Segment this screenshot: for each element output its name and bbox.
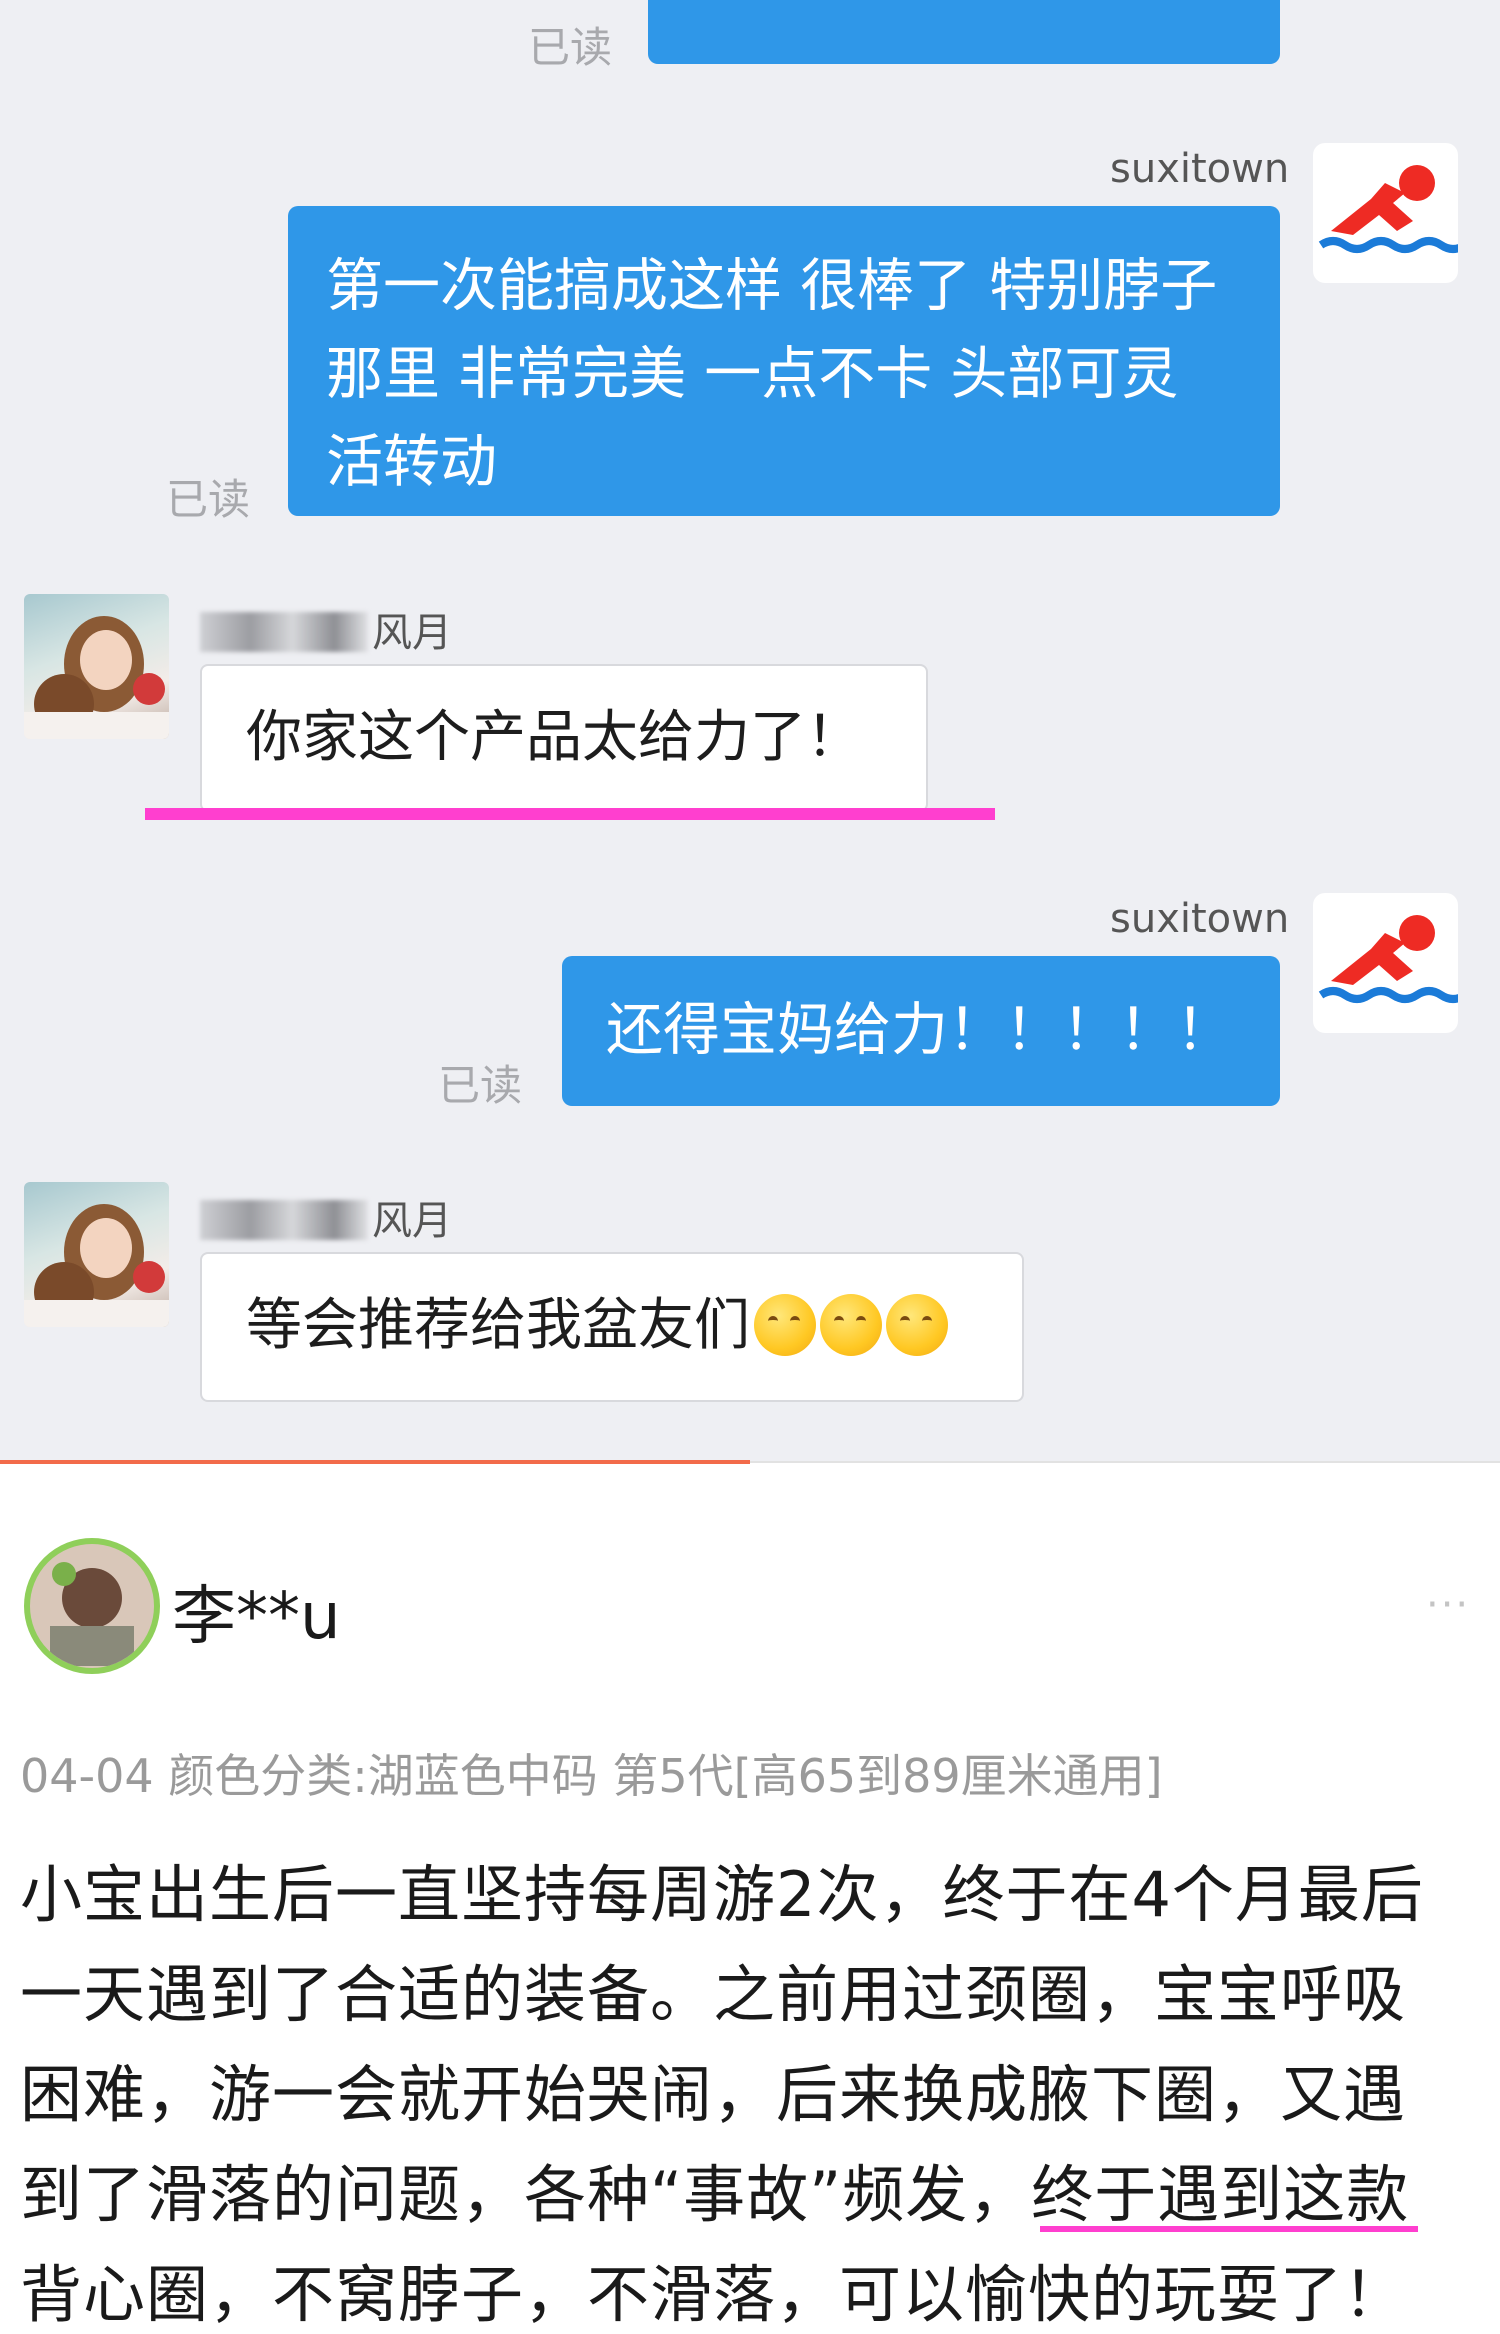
blurred-name <box>200 612 368 652</box>
sender-name: 风月 <box>200 600 452 658</box>
review-text-line: 小宝出生后一直坚持每周游2次，终于在4个月最后 <box>20 1858 1424 1931</box>
blurred-name <box>200 1200 368 1240</box>
more-options-icon[interactable]: ··· <box>1426 1582 1470 1628</box>
message-text: 你家这个产品太给力了！ <box>246 705 862 770</box>
message-bubble[interactable]: 等会推荐给我盆友们 <box>200 1252 1024 1402</box>
review-text-line: 一天遇到了合适的装备。之前用过颈圈，宝宝呼吸 <box>20 1958 1407 2031</box>
read-receipt: 已读 <box>166 475 251 524</box>
review-meta: 04-04 颜色分类:湖蓝色中码 第5代[高65到89厘米通用] <box>20 1749 1163 1803</box>
read-receipt: 已读 <box>528 23 613 72</box>
message-line: 第一次能搞成这样 很棒了 特别脖子 <box>326 253 1218 319</box>
review-text-line: 困难，游一会就开始哭闹，后来换成腋下圈，又遇 <box>20 2058 1407 2131</box>
message-line: 那里 非常完美 一点不卡 头部可灵 <box>326 341 1179 407</box>
highlight-underline <box>1040 2226 1418 2232</box>
message-bubble[interactable]: 第一次能搞成这样 很棒了 特别脖子 那里 非常完美 一点不卡 头部可灵 活转动 <box>288 206 1280 516</box>
user-avatar[interactable] <box>24 594 169 739</box>
user-avatar[interactable] <box>24 1182 169 1327</box>
chat-area: 已读 suxitown 第一次能搞成这样 很棒了 特别脖子 那里 非常完美 一点… <box>0 0 1500 1462</box>
swimmer-icon <box>1318 165 1468 253</box>
sender-name: suxitown <box>1110 146 1290 192</box>
message-text: 还得宝妈给力！！！！！ <box>606 997 1233 1063</box>
reviewer-avatar[interactable] <box>24 1538 160 1674</box>
highlight-underline <box>145 808 995 820</box>
sender-name: 风月 <box>200 1188 452 1246</box>
read-receipt: 已读 <box>438 1061 523 1110</box>
swimmer-icon <box>1318 915 1468 1003</box>
message-bubble-partial[interactable] <box>648 0 1280 64</box>
divider-accent <box>0 1460 750 1464</box>
swimmer-avatar[interactable] <box>1313 893 1468 1033</box>
shy-face-emoji-icon <box>820 1294 882 1356</box>
message-text: 等会推荐给我盆友们 <box>246 1293 750 1358</box>
swimmer-avatar[interactable] <box>1313 143 1468 283</box>
shy-face-emoji-icon <box>754 1294 816 1356</box>
message-line: 活转动 <box>326 429 497 495</box>
review-text-line: 到了滑落的问题，各种“事故”频发，终于遇到这款 <box>20 2158 1410 2231</box>
review-text-line: 背心圈，不窝脖子，不滑落，可以愉快的玩耍了！ <box>20 2258 1407 2331</box>
message-bubble[interactable]: 你家这个产品太给力了！ <box>200 664 928 812</box>
reviewer-name[interactable]: 李**u <box>172 1565 341 1657</box>
divider <box>750 1461 1500 1463</box>
reviewer-photo-icon <box>50 1562 134 1666</box>
message-bubble[interactable]: 还得宝妈给力！！！！！ <box>562 956 1280 1106</box>
sender-name: suxitown <box>1110 896 1290 942</box>
girl-photo-icon <box>24 1204 169 1327</box>
girl-photo-icon <box>24 616 169 739</box>
shy-face-emoji-icon <box>886 1294 948 1356</box>
